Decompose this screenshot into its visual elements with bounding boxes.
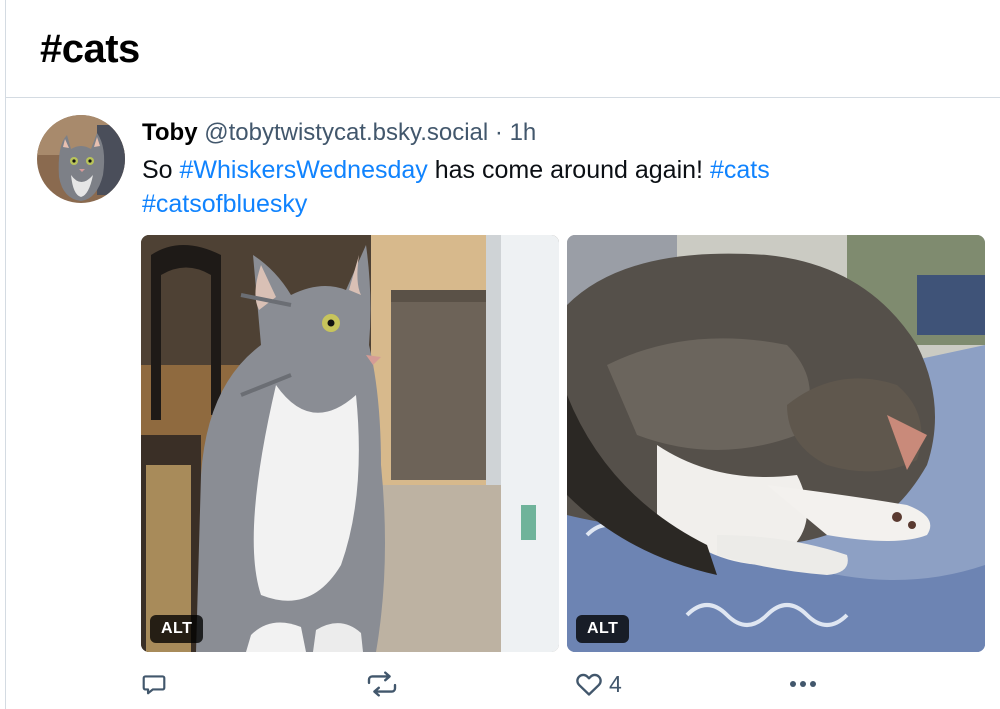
- post-time[interactable]: 1h: [510, 119, 537, 146]
- repost-button[interactable]: [365, 668, 399, 700]
- hashtag-link[interactable]: #WhiskersWednesday: [180, 156, 428, 184]
- post-text: So #WhiskersWednesday has come around ag…: [142, 153, 962, 221]
- ellipsis-icon: [790, 681, 816, 687]
- speech-bubble-icon: [142, 675, 166, 695]
- post-text-part: has come around again!: [427, 156, 710, 184]
- heart-icon: [576, 673, 602, 696]
- feed-column: #cats Toby @tobytwistycat.bsky.social · …: [5, 0, 1000, 709]
- more-options-button[interactable]: [787, 668, 819, 700]
- post-actions: 4: [141, 668, 841, 700]
- sleeping-cat-photo: [567, 235, 985, 652]
- cat-avatar-image: [37, 115, 125, 203]
- hashtag-link[interactable]: #catsofbluesky: [142, 190, 307, 218]
- sitting-cat-photo: [141, 235, 559, 652]
- author-name[interactable]: Toby: [142, 119, 198, 146]
- post-image[interactable]: ALT: [567, 235, 985, 652]
- like-button[interactable]: 4: [575, 668, 622, 700]
- page-title: #cats: [40, 27, 140, 71]
- hashtag-link[interactable]: #cats: [710, 156, 770, 184]
- alt-text-badge[interactable]: ALT: [150, 615, 204, 643]
- page-header: #cats: [6, 0, 1000, 98]
- avatar[interactable]: [37, 115, 125, 203]
- repost-icon: [367, 671, 397, 697]
- post-image[interactable]: ALT: [141, 235, 559, 652]
- alt-text-badge[interactable]: ALT: [576, 615, 630, 643]
- post-text-part: So: [142, 156, 180, 184]
- reply-button[interactable]: [141, 668, 167, 700]
- meta-separator: ·: [494, 119, 503, 146]
- like-count: 4: [609, 670, 622, 697]
- author-handle[interactable]: @tobytwistycat.bsky.social: [204, 119, 488, 146]
- post-meta: Toby @tobytwistycat.bsky.social · 1h: [142, 118, 536, 148]
